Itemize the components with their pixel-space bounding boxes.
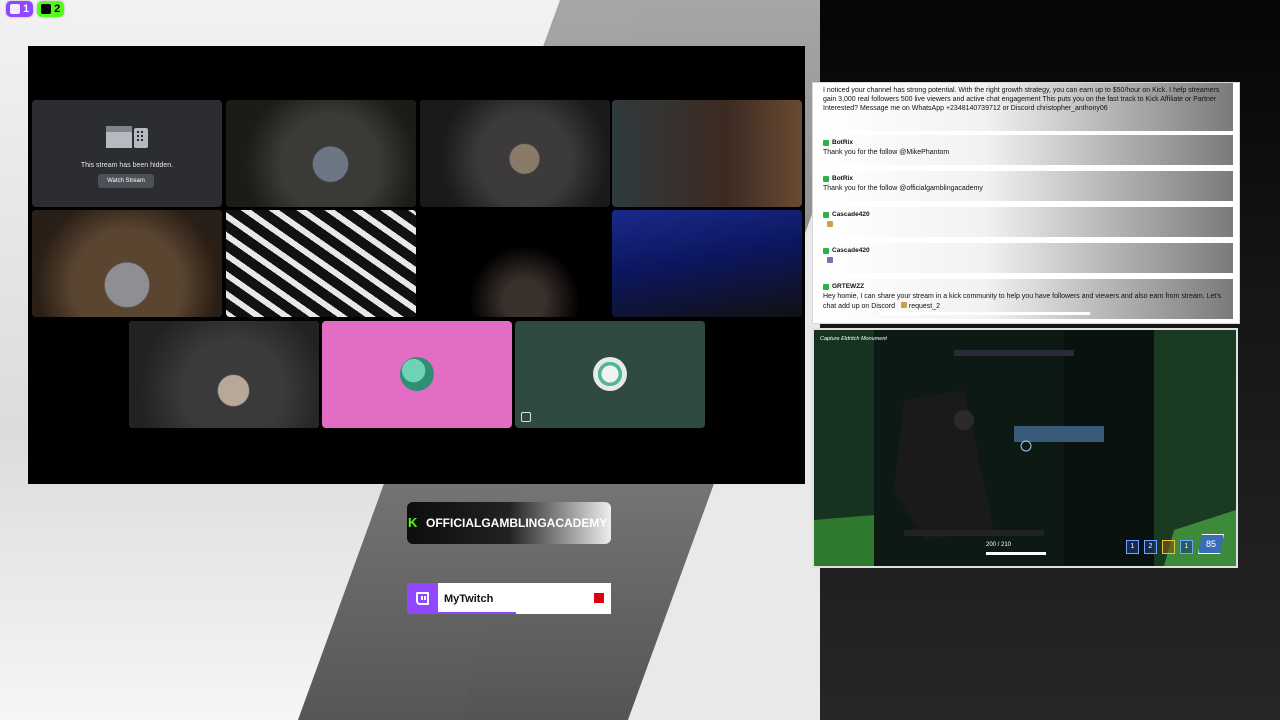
game-scene <box>814 330 1236 566</box>
twitch-icon <box>10 4 20 14</box>
platform-badges: 1 2 <box>6 1 65 17</box>
participant-tile[interactable] <box>32 210 222 317</box>
chat-message-text: I noticed your channel has strong potent… <box>823 87 1220 112</box>
chat-message-text: Thank you for the follow @MikePhantom <box>823 149 950 156</box>
twitch-viewer-count: 1 <box>23 3 30 15</box>
chat-username: BotRix <box>823 139 1233 146</box>
kick-badge-icon <box>823 211 829 218</box>
participant-tile-avatar[interactable] <box>322 321 512 428</box>
game-objective: Capture Eldritch Monument <box>820 336 887 342</box>
chat-message-text: Thank you for the follow @officialgambli… <box>823 185 983 192</box>
clapperboard-icon <box>106 126 148 148</box>
twitch-viewer-badge: 1 <box>6 1 34 17</box>
hidden-stream-message: This stream has been hidden. <box>80 162 174 169</box>
avatar <box>400 357 434 391</box>
chat-message: I noticed your channel has strong potent… <box>819 83 1233 131</box>
participant-tile-speaking[interactable] <box>226 210 416 317</box>
twitch-channel-label: MyTwitch <box>444 592 494 605</box>
ability-slot: 1 <box>1180 540 1193 554</box>
kick-badge-icon <box>823 283 829 290</box>
hidden-stream-tile: This stream has been hidden. Watch Strea… <box>32 100 222 207</box>
ability-hud: 1 2 1 85 <box>1126 534 1224 554</box>
twitch-logo <box>407 583 438 614</box>
chat-overlay: I noticed your channel has strong potent… <box>812 82 1240 324</box>
chat-message: Cascade420 <box>819 243 1233 273</box>
webcam-feed <box>612 210 802 317</box>
kick-viewer-badge: 2 <box>37 1 65 17</box>
kick-badge-icon <box>823 247 829 254</box>
chat-username: BotRix <box>823 175 1233 182</box>
chat-username: Cascade420 <box>823 211 1233 218</box>
kick-channel-banner: K OFFICIALGAMBLINGACADEMY <box>407 502 611 544</box>
emote-icon <box>900 301 907 308</box>
ammo-counter: 200 / 210 <box>986 542 1012 548</box>
ultimate-charge: 85 <box>1198 534 1224 554</box>
chat-username: GRTEWZZ <box>823 283 1233 290</box>
webcam-feed <box>129 321 319 428</box>
emote-icon <box>827 221 833 227</box>
participant-tile[interactable] <box>612 210 802 317</box>
ability-slot: 2 <box>1144 540 1157 554</box>
avatar <box>593 357 627 391</box>
emote-icon <box>827 257 833 263</box>
webcam-feed <box>226 210 416 317</box>
kick-viewer-count: 2 <box>54 3 61 15</box>
video-call-grid: This stream has been hidden. Watch Strea… <box>28 46 805 484</box>
muted-mic-icon <box>521 412 531 422</box>
webcam-feed <box>226 100 416 207</box>
twitch-progress-bar <box>438 612 516 614</box>
participant-tile-speaking[interactable] <box>129 321 319 428</box>
health-bar <box>986 552 1046 555</box>
participant-tile[interactable] <box>420 100 610 207</box>
chat-message-text <box>823 257 1229 267</box>
chat-username: Cascade420 <box>823 247 1233 254</box>
participant-tile[interactable] <box>226 100 416 207</box>
chat-message-text <box>823 221 1229 231</box>
watch-stream-button[interactable]: Watch Stream <box>98 174 154 188</box>
chat-message-text: Hey homie, I can share your stream in a … <box>823 293 1222 310</box>
webcam-feed <box>612 100 802 207</box>
kick-logo-icon: K <box>408 515 418 530</box>
chat-message: Cascade420 <box>819 207 1233 237</box>
participant-tile-avatar[interactable] <box>515 321 705 428</box>
game-capture: Capture Eldritch Monument 200 / 210 1 2 … <box>812 328 1238 568</box>
webcam-feed <box>420 210 610 317</box>
stop-icon[interactable] <box>594 593 604 603</box>
ability-slot <box>1162 540 1175 554</box>
ability-slot: 1 <box>1126 540 1139 554</box>
chat-message: BotRix Thank you for the follow @officia… <box>819 171 1233 201</box>
kick-badge-icon <box>823 175 829 182</box>
chat-message: BotRix Thank you for the follow @MikePha… <box>819 135 1233 165</box>
twitch-channel-bar: MyTwitch <box>407 583 611 614</box>
kick-channel-name: OFFICIALGAMBLINGACADEMY <box>426 516 608 530</box>
participant-tile[interactable] <box>612 100 802 207</box>
webcam-feed <box>420 100 610 207</box>
webcam-feed <box>32 210 222 317</box>
twitch-icon <box>416 592 429 605</box>
chat-scroll-indicator <box>880 312 1090 315</box>
participant-tile[interactable] <box>420 210 610 317</box>
kick-badge-icon <box>823 139 829 146</box>
kick-icon <box>41 4 52 14</box>
chat-mention: request_2 <box>908 302 941 310</box>
